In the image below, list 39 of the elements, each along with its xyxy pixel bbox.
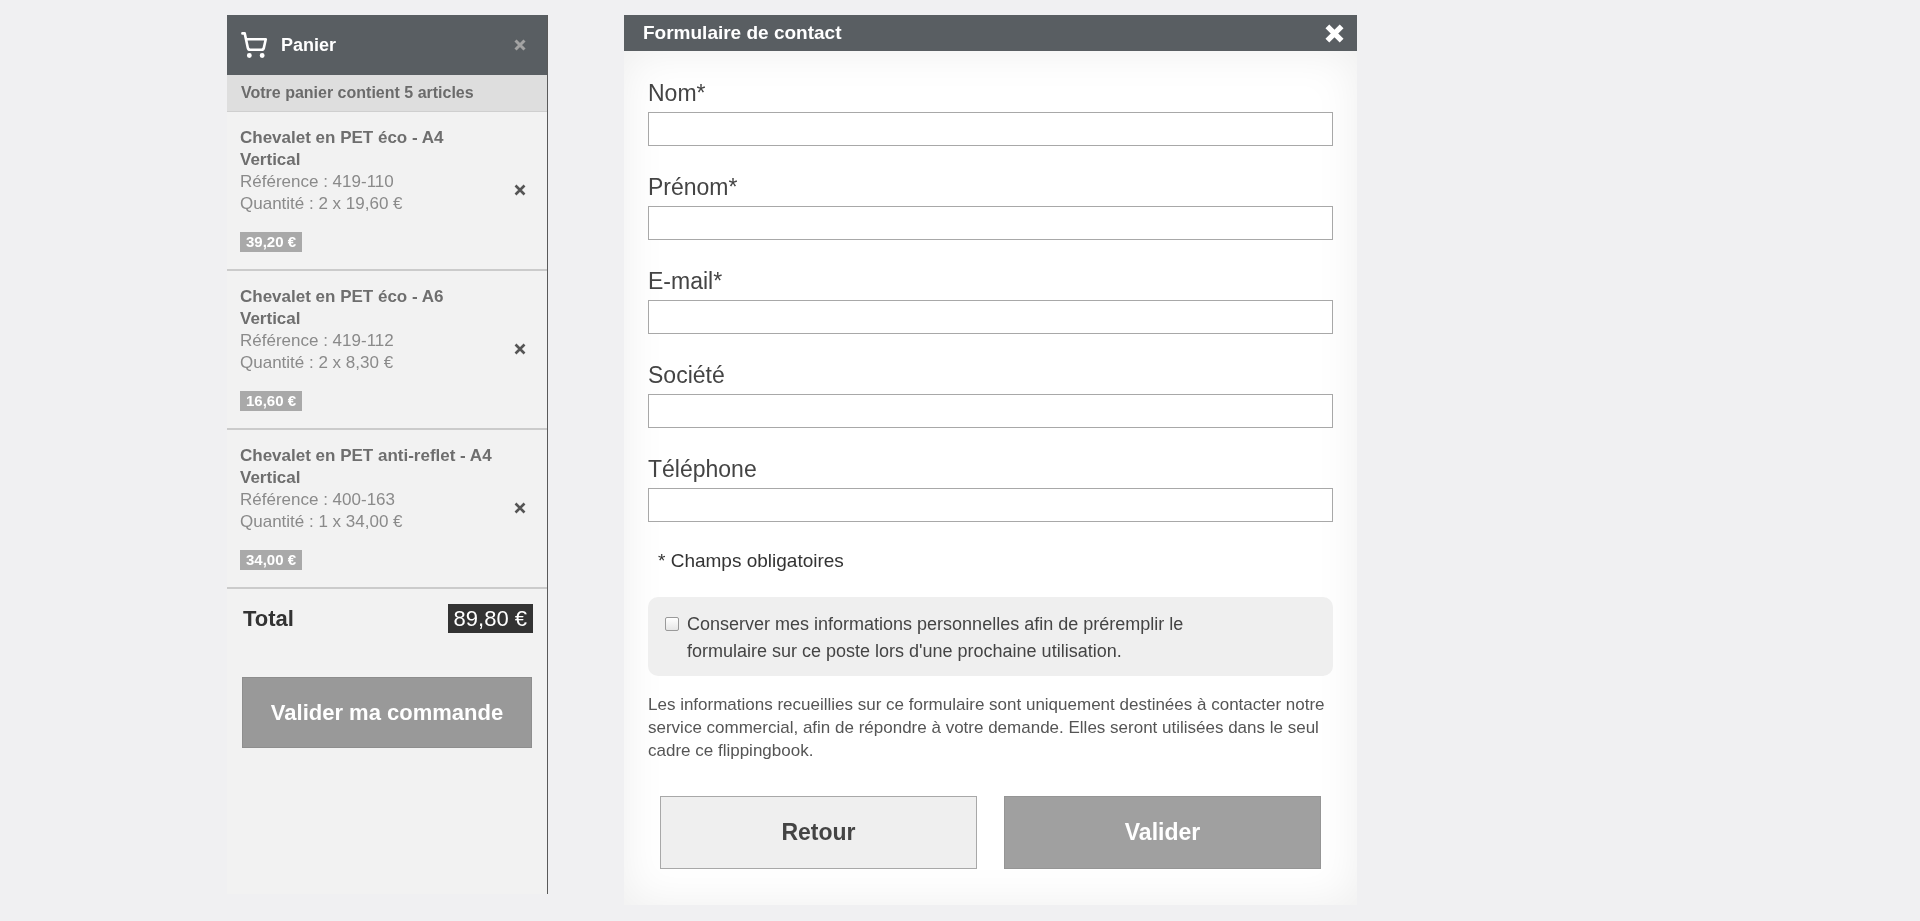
input-field[interactable] [648,394,1333,428]
field-label: E-mail* [648,267,723,295]
checkbox[interactable] [665,617,679,631]
total-label: Total [243,605,294,632]
back-button[interactable]: Retour [660,796,977,869]
product-price: 39,20 € [240,232,303,252]
input-field[interactable] [648,300,1333,334]
product-price: 16,60 € [240,391,303,411]
privacy-notice: Les informations recueillies sur ce formulaire sont uniquement destinées à contacter notre service commercial, afin de répondre à votre demande. Elles seront utilisées dans le seul cadre ce flippingbook. [648,694,1326,762]
field-label: Société [648,361,725,389]
cart-summary: Votre panier contient 5 articles [227,75,547,112]
product-quantity: Quantité : 2 x 8,30 € [240,352,394,374]
input-field[interactable] [648,112,1333,146]
remove-icon[interactable] [514,501,526,514]
product-name: Chevalet en PET éco - A4 Vertical [240,127,445,171]
input-field[interactable] [648,206,1333,240]
submit-button[interactable]: Valider [1004,796,1321,869]
product-reference: Référence : 419-110 [240,171,394,193]
close-icon[interactable] [514,39,526,51]
field-label: Téléphone [648,455,757,483]
product-price: 34,00 € [240,550,303,570]
product-name: Chevalet en PET éco - A6 Vertical [240,286,445,330]
required-note: * Champs obligatoires [657,549,844,573]
remove-icon[interactable] [514,342,526,355]
total-price: 89,80 € [447,604,533,633]
product-quantity: Quantité : 2 x 19,60 € [240,193,403,215]
product-name: Chevalet en PET anti-reflet - A4 Vertical [240,445,493,489]
product-quantity: Quantité : 1 x 34,00 € [240,511,403,533]
field-label: Prénom* [648,173,738,201]
product-reference: Référence : 400-163 [240,489,395,511]
form-title: Formulaire de contact [643,22,842,44]
cart-title: Panier [281,34,337,56]
cart-icon [240,31,268,59]
checkout-button[interactable]: Valider ma commande [242,677,532,748]
field-label: Nom* [648,79,706,107]
remove-icon[interactable] [514,183,526,196]
product-reference: Référence : 419-112 [240,330,394,352]
input-field[interactable] [648,488,1333,522]
consent-label: Conserver mes informations personnelles afin de préremplir le formulaire sur ce poste lors d'une prochaine utilisation. [687,613,1185,663]
